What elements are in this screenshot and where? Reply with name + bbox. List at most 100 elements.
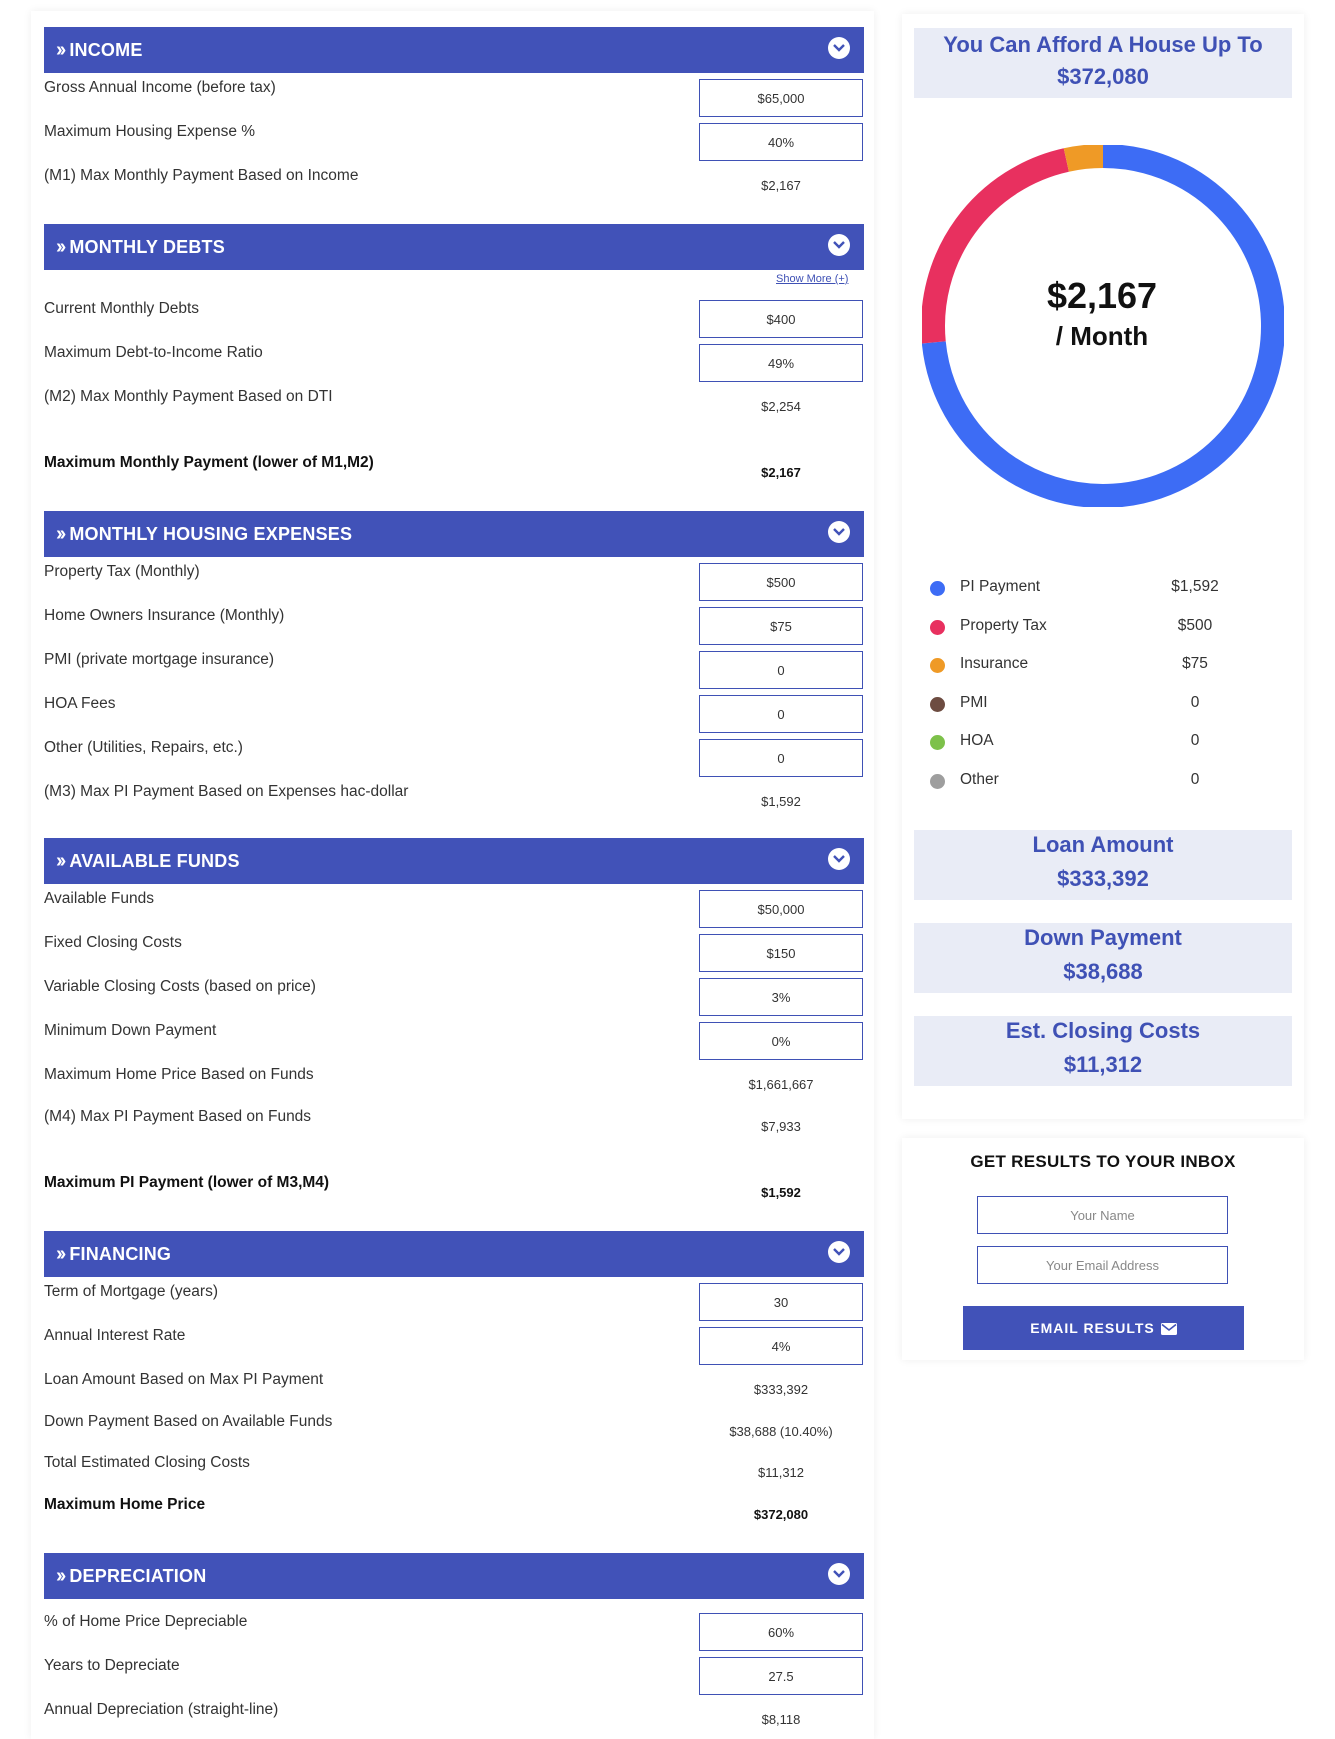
m4-value: $7,933 — [761, 1119, 801, 1134]
monthly-payment-amount: $2,167 — [1046, 275, 1158, 316]
variable-closing-input[interactable] — [699, 978, 863, 1016]
fixed-closing-label: Fixed Closing Costs — [44, 934, 182, 951]
legend-dot-icon — [930, 619, 945, 635]
double-chevron-right-icon: ›› — [56, 1242, 66, 1265]
interest-rate-label: Annual Interest Rate — [44, 1327, 186, 1344]
dti-input[interactable] — [699, 344, 863, 382]
down-payment-summary: Down Payment $38,688 — [914, 923, 1292, 993]
chevron-down-icon[interactable] — [828, 234, 850, 256]
m2-label: (M2) Max Monthly Payment Based on DTI — [44, 388, 333, 405]
afford-label: You Can Afford A House Up To — [943, 32, 1263, 57]
min-down-payment-label: Minimum Down Payment — [44, 1022, 217, 1039]
other-expenses-input[interactable] — [699, 739, 863, 777]
down-summary-label: Down Payment — [1024, 925, 1182, 950]
closing-costs-summary: Est. Closing Costs $11,312 — [914, 1016, 1292, 1086]
section-title: INCOME — [69, 39, 143, 60]
gross-income-label: Gross Annual Income (before tax) — [44, 79, 276, 96]
section-header-available-funds[interactable]: ›› AVAILABLE FUNDS — [44, 838, 864, 884]
max-home-price-label: Maximum Home Price — [44, 1496, 206, 1513]
housing-expense-pct-input[interactable] — [699, 123, 863, 161]
legend-label: Other — [960, 770, 999, 788]
legend-value: 0 — [1190, 770, 1200, 788]
fixed-closing-input[interactable] — [699, 934, 863, 972]
pmi-input[interactable] — [699, 651, 863, 689]
home-insurance-label: Home Owners Insurance (Monthly) — [44, 607, 285, 624]
show-more-link[interactable]: Show More (+) — [776, 273, 848, 285]
legend-item-other: Other 0 — [922, 770, 1222, 794]
current-debts-label: Current Monthly Debts — [44, 300, 200, 317]
afford-value: $372,080 — [1057, 64, 1149, 89]
property-tax-input[interactable] — [699, 563, 863, 601]
legend-value: 0 — [1190, 693, 1200, 711]
variable-closing-label: Variable Closing Costs (based on price) — [44, 978, 316, 995]
years-depreciate-input[interactable] — [699, 1657, 863, 1695]
pmi-label: PMI (private mortgage insurance) — [44, 651, 275, 668]
monthly-payment-unit: / Month — [1055, 321, 1149, 351]
double-chevron-right-icon: ›› — [56, 522, 66, 545]
chevron-down-icon[interactable] — [828, 37, 850, 59]
afford-summary: You Can Afford A House Up To $372,080 — [914, 28, 1292, 98]
min-down-payment-input[interactable] — [699, 1022, 863, 1060]
section-title: FINANCING — [69, 1243, 172, 1264]
loan-summary: Loan Amount $333,392 — [914, 830, 1292, 900]
legend-item-property-tax: Property Tax $500 — [922, 616, 1222, 640]
mortgage-term-label: Term of Mortgage (years) — [44, 1283, 218, 1300]
email-results-button[interactable]: EMAIL RESULTS — [963, 1306, 1244, 1350]
legend-dot-icon — [930, 773, 945, 789]
loan-amount-label: Loan Amount Based on Max PI Payment — [44, 1371, 324, 1388]
legend-dot-icon — [930, 696, 945, 712]
chevron-down-icon[interactable] — [828, 1241, 850, 1263]
housing-expense-pct-label: Maximum Housing Expense % — [44, 123, 256, 140]
double-chevron-right-icon: ›› — [56, 1564, 66, 1587]
m2-value: $2,254 — [761, 399, 801, 414]
m3-label: (M3) Max PI Payment Based on Expenses ha… — [44, 783, 409, 800]
email-input[interactable] — [977, 1246, 1228, 1284]
other-expenses-label: Other (Utilities, Repairs, etc.) — [44, 739, 243, 756]
closing-summary-label: Est. Closing Costs — [1005, 1018, 1201, 1043]
m1-value: $2,167 — [761, 178, 801, 193]
name-input[interactable] — [977, 1196, 1228, 1234]
hoa-label: HOA Fees — [44, 695, 116, 712]
section-header-monthly-debts[interactable]: ›› MONTHLY DEBTS — [44, 224, 864, 270]
results-panel: You Can Afford A House Up To $372,080 $2… — [902, 14, 1304, 1119]
depreciable-pct-input[interactable] — [699, 1613, 863, 1651]
legend-dot-icon — [930, 658, 945, 673]
m4-label: (M4) Max PI Payment Based on Funds — [44, 1108, 312, 1125]
section-header-housing-expenses[interactable]: ›› MONTHLY HOUSING EXPENSES — [44, 511, 864, 557]
legend-dot-icon — [930, 735, 945, 750]
loan-summary-label: Loan Amount — [1032, 832, 1174, 857]
annual-depreciation-label: Annual Depreciation (straight-line) — [44, 1701, 279, 1718]
gross-income-input[interactable] — [699, 79, 863, 117]
hoa-input[interactable] — [699, 695, 863, 733]
loan-summary-value: $333,392 — [1057, 866, 1149, 891]
mortgage-term-input[interactable] — [699, 1283, 863, 1321]
chevron-down-icon[interactable] — [828, 1563, 850, 1585]
chevron-down-icon[interactable] — [828, 848, 850, 870]
closing-costs-value: $11,312 — [757, 1465, 805, 1480]
section-header-depreciation[interactable]: ›› DEPRECIATION — [44, 1553, 864, 1599]
down-summary-value: $38,688 — [1063, 959, 1143, 984]
available-funds-input[interactable] — [699, 890, 863, 928]
legend-value: $1,592 — [1171, 578, 1219, 595]
chevron-down-icon[interactable] — [828, 521, 850, 543]
interest-rate-input[interactable] — [699, 1327, 863, 1365]
legend-item-pi-payment: PI Payment $1,592 — [922, 577, 1222, 601]
section-header-financing[interactable]: ›› FINANCING — [44, 1231, 864, 1277]
home-insurance-input[interactable] — [699, 607, 863, 645]
max-home-price-value: $372,080 — [753, 1507, 809, 1522]
section-title: DEPRECIATION — [69, 1565, 207, 1586]
double-chevron-right-icon: ›› — [56, 235, 66, 258]
email-panel-title: GET RESULTS TO YOUR INBOX — [970, 1152, 1236, 1171]
section-header-income[interactable]: ›› INCOME — [44, 27, 864, 73]
email-results-panel: GET RESULTS TO YOUR INBOX EMAIL RESULTS — [902, 1138, 1304, 1360]
m3-value: $1,592 — [761, 794, 801, 809]
double-chevron-right-icon: ›› — [56, 38, 66, 61]
property-tax-label: Property Tax (Monthly) — [44, 563, 200, 580]
loan-amount-value: $333,392 — [753, 1382, 809, 1397]
calculator-panel: ›› INCOME Gross Annual Income (before ta… — [31, 11, 874, 1739]
current-debts-input[interactable] — [699, 300, 863, 338]
closing-costs-label: Total Estimated Closing Costs — [44, 1454, 250, 1471]
m1-label: (M1) Max Monthly Payment Based on Income — [44, 167, 359, 184]
dti-label: Maximum Debt-to-Income Ratio — [44, 344, 263, 361]
double-chevron-right-icon: ›› — [56, 849, 66, 872]
